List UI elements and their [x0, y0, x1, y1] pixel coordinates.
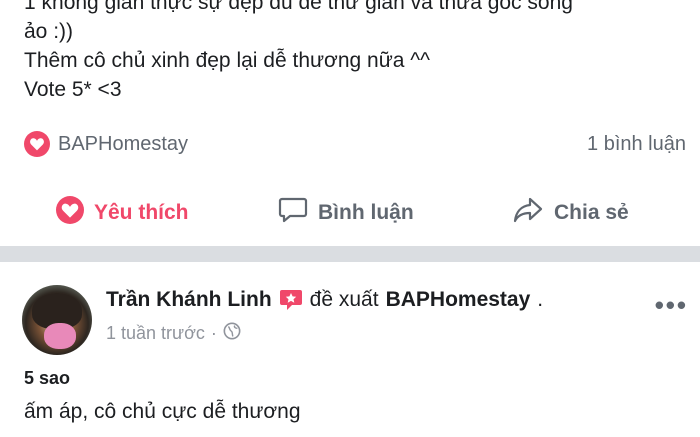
heart-icon — [56, 196, 84, 230]
share-arrow-icon — [512, 196, 544, 230]
review-page-link[interactable]: BAPHomestay — [386, 288, 531, 312]
post-text-line: Thêm cô chủ xinh đẹp lại dễ thương nữa ^… — [24, 49, 430, 72]
review-rating: 5 sao — [24, 368, 71, 388]
post-meta: BAPHomestay 1 bình luận — [24, 127, 686, 161]
comment-count-link[interactable]: 1 bình luận — [587, 133, 686, 156]
review-verb: đề xuất — [309, 288, 379, 311]
like-button[interactable]: Yêu thích — [56, 196, 189, 230]
post-action-bar: Yêu thích Bình luận Chia sẻ — [0, 192, 700, 234]
post-text-line: Vote 5* <3 — [24, 78, 122, 101]
review-header: Trần Khánh Linh đề xuất BAPHomestay . — [106, 288, 543, 312]
feed-divider — [0, 246, 700, 262]
reaction-page-name: BAPHomestay — [58, 132, 189, 155]
more-options-icon[interactable]: ••• — [655, 290, 688, 321]
period: . — [537, 288, 544, 311]
reaction-summary[interactable]: BAPHomestay — [24, 131, 188, 157]
review-timestamp[interactable]: 1 tuần trước — [106, 323, 205, 344]
like-label: Yêu thích — [94, 201, 189, 224]
comment-button[interactable]: Bình luận — [278, 196, 414, 230]
share-label: Chia sẻ — [554, 201, 629, 224]
avatar[interactable] — [22, 285, 92, 355]
post-text-line: ảo :)) — [24, 20, 74, 43]
globe-icon — [223, 322, 241, 345]
heart-reaction-icon — [24, 131, 50, 157]
review-author-link[interactable]: Trần Khánh Linh — [106, 288, 272, 312]
post-text-line: 1 không gian thực sự đẹp đủ để thư giãn … — [24, 0, 573, 14]
share-button[interactable]: Chia sẻ — [512, 196, 629, 230]
review-text: ấm áp, cô chủ cực dễ thương — [24, 400, 301, 423]
separator-dot: · — [210, 323, 217, 343]
speech-bubble-icon — [278, 196, 308, 230]
recommend-badge-icon — [279, 288, 303, 312]
comment-label: Bình luận — [318, 201, 414, 224]
post-body: 1 không gian thực sự đẹp đủ để thư giãn … — [24, 0, 694, 104]
avatar-pink-object — [44, 323, 76, 349]
review-time-row: 1 tuần trước · — [106, 322, 241, 345]
